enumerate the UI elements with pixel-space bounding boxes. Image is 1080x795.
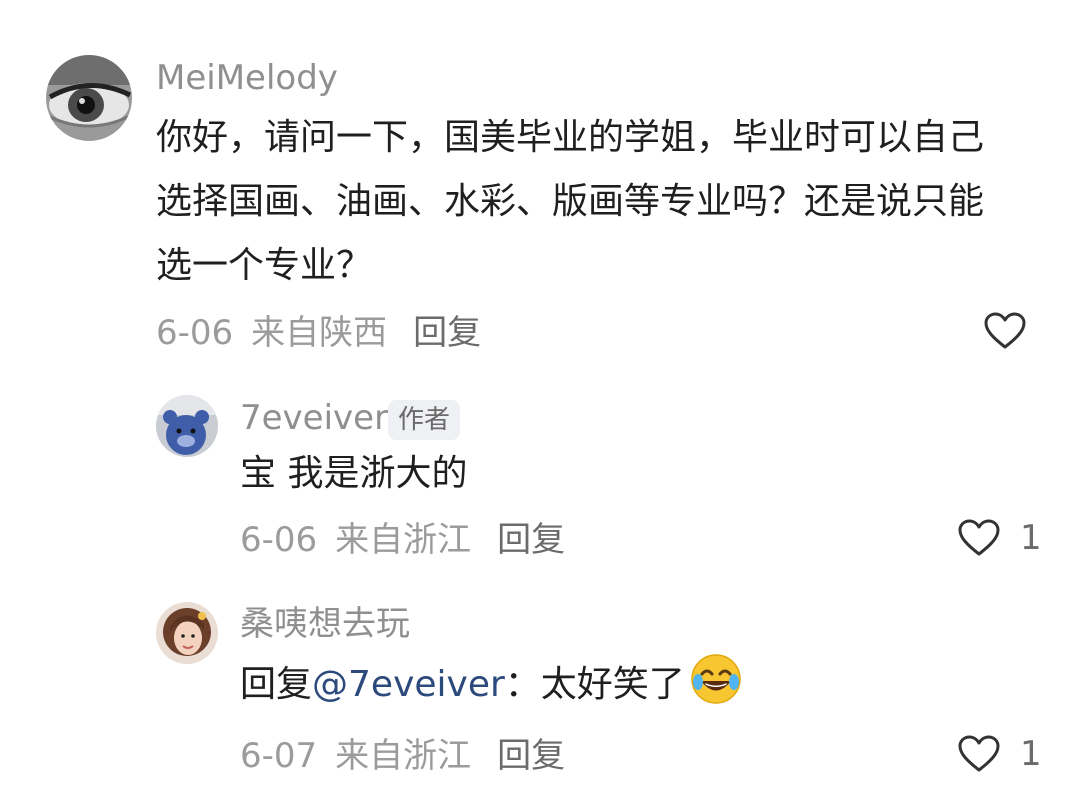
reply-item: 7eveiver 作者 宝 我是浙大的 6-06 来自浙江 回复 1	[0, 380, 1080, 580]
like-count: 1	[1020, 734, 1042, 774]
username[interactable]: MeiMelody	[156, 58, 338, 98]
reply-item: 桑咦想去玩 回复@7eveiver：太好笑了 6-07 来自浙江 回复 1	[0, 590, 1080, 795]
heart-outline-icon	[984, 312, 1026, 349]
girl-photo-avatar-icon	[156, 602, 218, 664]
comment-item: MeiMelody 你好，请问一下，国美毕业的学姐，毕业时可以自己选择国画、油画…	[0, 0, 1080, 380]
like-count: 1	[1020, 518, 1042, 558]
like-button[interactable]: 1	[958, 518, 1042, 558]
user-avatar[interactable]	[46, 55, 132, 141]
user-avatar[interactable]	[156, 395, 218, 457]
reply-body: ：太好笑了	[504, 664, 685, 705]
mention-link[interactable]: @7eveiver	[312, 664, 505, 705]
blue-bear-avatar-icon	[156, 395, 218, 457]
like-button[interactable]: 1	[958, 734, 1042, 774]
comment-location: 来自陕西	[251, 313, 388, 353]
tears-of-joy-emoji-icon	[689, 652, 743, 706]
comment-location: 来自浙江	[335, 736, 472, 776]
comment-text: 宝 我是浙大的	[240, 453, 468, 494]
comment-date: 6-06	[156, 313, 234, 353]
comment-text: 回复@7eveiver：太好笑了	[240, 652, 1040, 717]
reply-button[interactable]: 回复	[497, 520, 565, 560]
comment-meta: 6-06 来自陕西 回复	[156, 313, 481, 353]
reply-button[interactable]: 回复	[413, 313, 481, 353]
author-badge: 作者	[388, 400, 461, 440]
user-avatar[interactable]	[156, 602, 218, 664]
heart-outline-icon	[958, 519, 1000, 556]
reply-button[interactable]: 回复	[497, 736, 565, 776]
comment-date: 6-06	[240, 520, 318, 560]
comment-location: 来自浙江	[335, 520, 472, 560]
username[interactable]: 桑咦想去玩	[240, 604, 410, 644]
heart-outline-icon	[958, 735, 1000, 772]
comment-date: 6-07	[240, 736, 318, 776]
reply-prefix: 回复	[240, 664, 313, 705]
comment-text: 你好，请问一下，国美毕业的学姐，毕业时可以自己选择国画、油画、水彩、版画等专业吗…	[156, 117, 985, 286]
eye-photo-avatar-icon	[46, 55, 132, 141]
like-button[interactable]	[984, 312, 1026, 350]
username[interactable]: 7eveiver	[240, 398, 388, 438]
comment-meta: 6-07 来自浙江 回复	[240, 736, 565, 776]
comment-meta: 6-06 来自浙江 回复	[240, 520, 565, 560]
